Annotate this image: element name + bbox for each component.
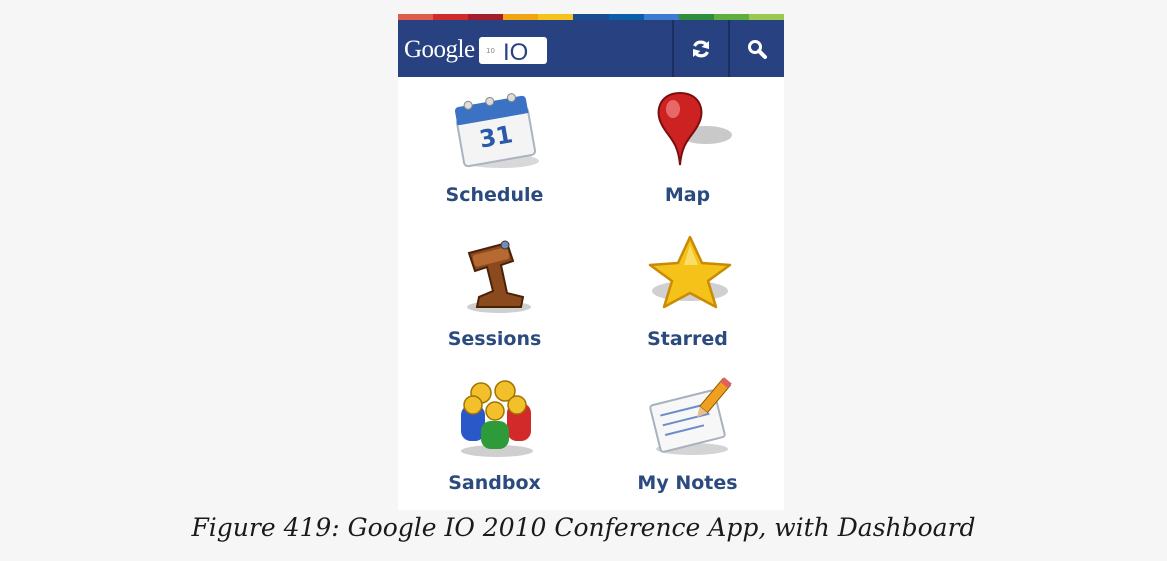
- people-icon: [460, 380, 533, 457]
- io-badge-icon: 10 IO: [478, 37, 547, 65]
- google-io-logo[interactable]: Google 10 IO: [404, 34, 549, 66]
- phone-screen: Google 10 IO 31 Schedule Map Sessions St…: [398, 14, 785, 510]
- dashboard-item-my-notes[interactable]: My Notes: [591, 365, 784, 509]
- dashboard-item-sessions[interactable]: Sessions: [398, 221, 591, 365]
- search-icon: [748, 39, 767, 59]
- logo-badge-text: IO: [503, 39, 528, 65]
- dashboard-item-map[interactable]: Map: [591, 77, 784, 221]
- dashboard-label-sandbox: Sandbox: [448, 472, 541, 494]
- dashboard-item-starred[interactable]: Starred: [591, 221, 784, 365]
- calendar-day-text: 31: [477, 120, 515, 153]
- notepad-icon: [648, 377, 732, 455]
- dashboard-label-sessions: Sessions: [447, 328, 542, 350]
- title-bar: Google 10 IO: [398, 20, 784, 77]
- figure-caption: Figure 419: Google IO 2010 Conference Ap…: [191, 513, 976, 542]
- dashboard-label-my-notes: My Notes: [637, 472, 738, 494]
- dashboard-label-starred: Starred: [647, 328, 728, 350]
- dashboard-grid: 31 Schedule Map Sessions Starred Sandbox…: [398, 77, 784, 510]
- dashboard-label-map: Map: [664, 184, 711, 206]
- logo-text: Google: [404, 36, 475, 63]
- map-pin-icon: [657, 91, 732, 166]
- dashboard-item-schedule[interactable]: 31 Schedule: [398, 77, 591, 221]
- search-button[interactable]: [730, 20, 784, 77]
- dashboard-item-sandbox[interactable]: Sandbox: [398, 365, 591, 509]
- calendar-icon: 31: [454, 93, 539, 168]
- logo-year: 10: [486, 47, 495, 55]
- pushpin-icon: [466, 240, 531, 313]
- dashboard-label-schedule: Schedule: [445, 184, 544, 206]
- refresh-icon: [693, 40, 709, 57]
- refresh-button[interactable]: [674, 20, 728, 77]
- star-icon: [648, 235, 731, 309]
